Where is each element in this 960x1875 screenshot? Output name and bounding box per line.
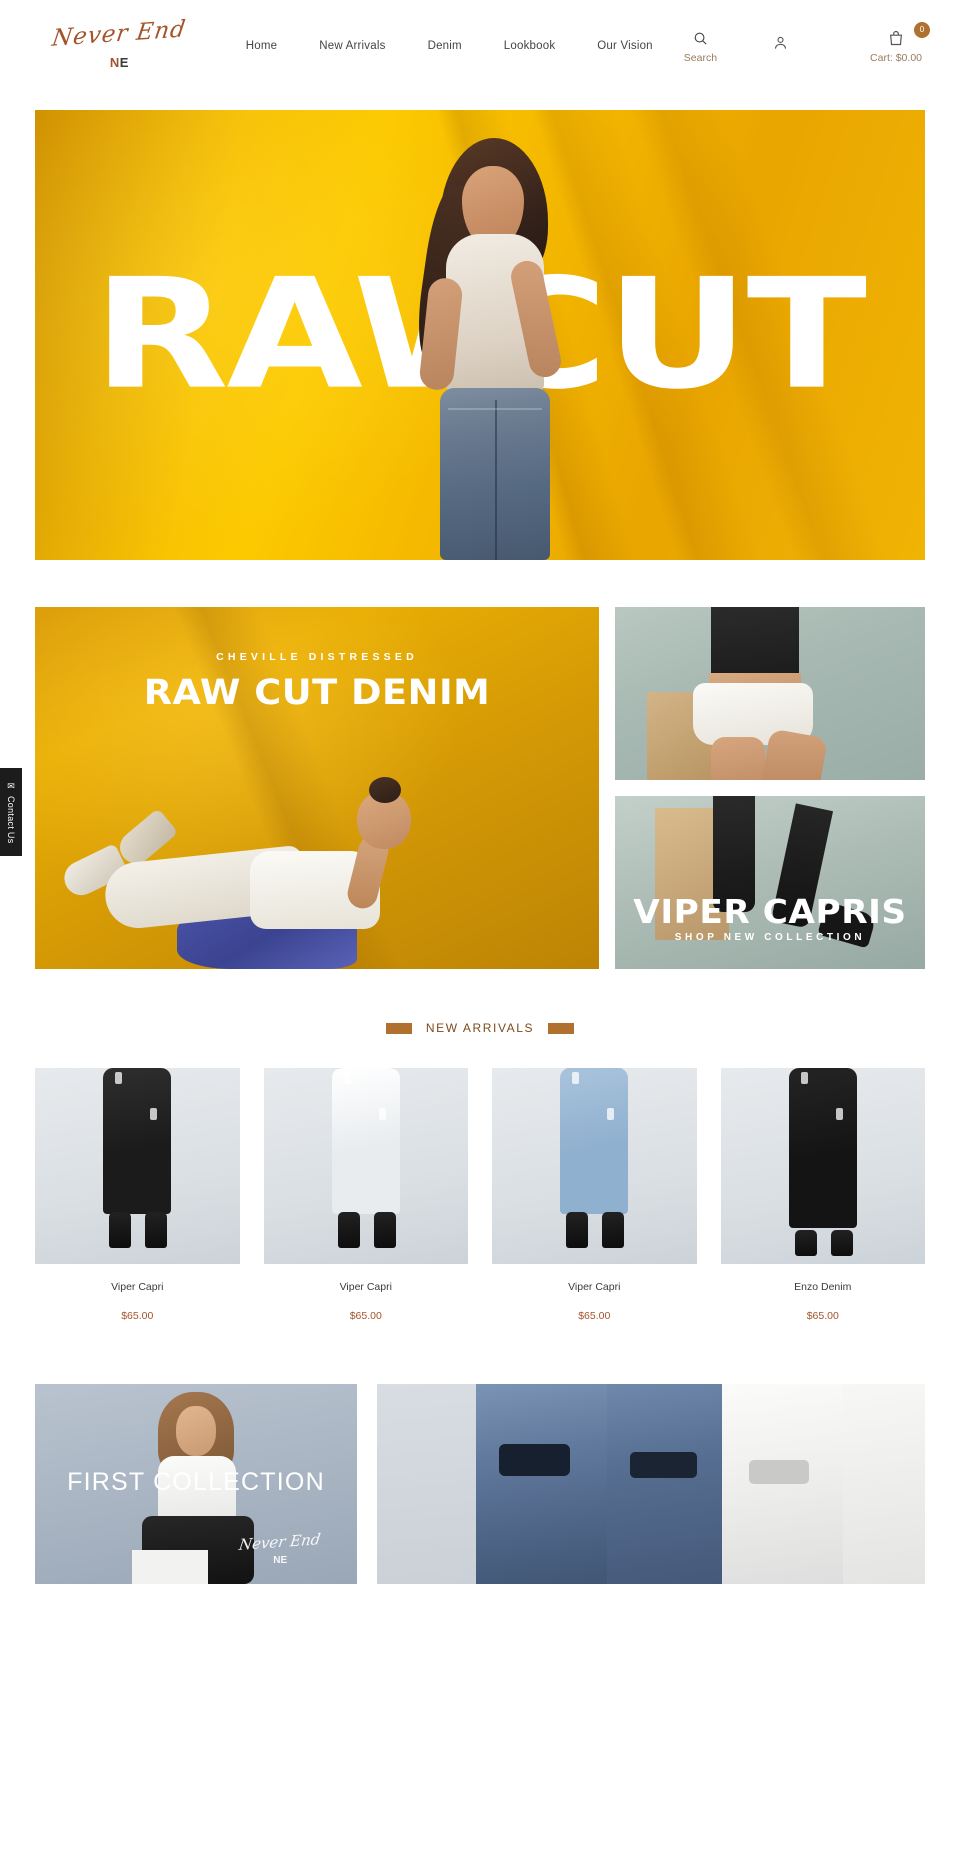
product-image (492, 1068, 697, 1264)
logo-script-text: Never End (50, 15, 189, 52)
bottom-banner-row: FIRST COLLECTION Never End NE (35, 1384, 925, 1584)
product-card[interactable]: Viper Capri $65.00 (492, 1068, 697, 1322)
nav-item-denim[interactable]: Denim (407, 34, 483, 58)
promo-card-shorts[interactable] (615, 607, 925, 780)
banner-denim-detail[interactable] (377, 1384, 925, 1584)
banner-first-collection[interactable]: FIRST COLLECTION Never End NE (35, 1384, 357, 1584)
shopping-bag-icon (888, 29, 904, 49)
product-image (35, 1068, 240, 1264)
site-header: Never End NE Home New Arrivals Denim Loo… (0, 0, 960, 92)
promo-card-subtitle: SHOP NEW COLLECTION (674, 932, 866, 943)
cart-count-badge: 0 (914, 21, 930, 38)
nav-item-our-vision[interactable]: Our Vision (576, 34, 673, 58)
promo-card-raw-cut-denim[interactable]: CHEVILLE DISTRESSED RAW CUT DENIM (35, 607, 599, 969)
product-image (720, 1068, 925, 1264)
search-label: Search (683, 51, 718, 64)
product-name: Enzo Denim (794, 1281, 852, 1293)
promo-eyebrow: CHEVILLE DISTRESSED (216, 651, 418, 663)
promo-row: CHEVILLE DISTRESSED RAW CUT DENIM VIPER … (35, 607, 925, 969)
section-heading-new-arrivals: NEW ARRIVALS (0, 1021, 960, 1035)
product-name: Viper Capri (111, 1281, 164, 1293)
main-navigation: Home New Arrivals Denim Lookbook Our Vis… (225, 34, 674, 58)
product-grid: Viper Capri $65.00 Viper Capri $65.00 Vi… (35, 1068, 925, 1322)
hero-banner[interactable]: RAW CUT (35, 110, 925, 560)
hero-model-image (388, 110, 603, 560)
promo-headline: RAW CUT DENIM (143, 673, 491, 713)
nav-item-lookbook[interactable]: Lookbook (483, 34, 576, 58)
signature-monogram: NE (273, 1555, 288, 1566)
user-icon (773, 33, 788, 53)
product-price: $65.00 (806, 1310, 839, 1322)
promo-card-title: VIPER CAPRIS (633, 892, 907, 931)
product-price: $65.00 (349, 1310, 382, 1322)
search-icon (693, 29, 708, 49)
site-logo[interactable]: Never End NE (28, 16, 211, 70)
product-image (263, 1068, 468, 1264)
header-actions: Search 0 Cart: $0.00 (674, 21, 932, 64)
contact-us-tab[interactable]: ✉ Contact Us (0, 768, 22, 856)
promo-right-column: VIPER CAPRIS SHOP NEW COLLECTION (615, 607, 925, 969)
product-card[interactable]: Viper Capri $65.00 (263, 1068, 468, 1322)
logo-monogram: NE (109, 54, 129, 70)
search-button[interactable]: Search (674, 29, 727, 64)
product-card[interactable]: Viper Capri $65.00 (35, 1068, 240, 1322)
nav-item-new-arrivals[interactable]: New Arrivals (298, 34, 406, 58)
banner-title: FIRST COLLECTION (67, 1468, 325, 1496)
product-card[interactable]: Enzo Denim $65.00 (720, 1068, 925, 1322)
promo-card-viper-capris[interactable]: VIPER CAPRIS SHOP NEW COLLECTION (615, 796, 925, 969)
product-price: $65.00 (578, 1310, 611, 1322)
nav-item-home[interactable]: Home (225, 34, 298, 58)
promo-model-image (35, 734, 599, 969)
product-name: Viper Capri (339, 1281, 392, 1293)
signature-script-text: Never End (238, 1530, 323, 1554)
heading-bar-left (385, 1022, 412, 1034)
cart-button[interactable]: 0 Cart: $0.00 (860, 21, 932, 64)
account-button[interactable] (763, 29, 798, 53)
envelope-icon: ✉ (7, 780, 15, 791)
product-price: $65.00 (121, 1310, 154, 1322)
heading-bar-right (548, 1022, 575, 1034)
cart-total-label: Cart: $0.00 (870, 51, 922, 64)
section-title: NEW ARRIVALS (425, 1021, 535, 1035)
product-name: Viper Capri (568, 1281, 621, 1293)
contact-us-label: Contact Us (6, 795, 16, 844)
banner-signature: Never End NE (238, 1530, 323, 1566)
